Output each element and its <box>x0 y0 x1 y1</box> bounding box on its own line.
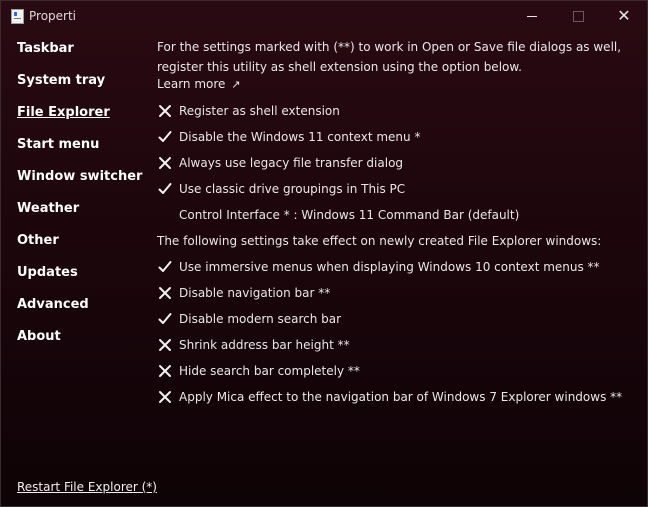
properties-window: Properti ✕ Taskbar System tray File Expl… <box>0 0 648 507</box>
option-label: Use immersive menus when displaying Wind… <box>179 260 600 274</box>
option-label: Hide search bar completely ** <box>179 364 360 378</box>
option-disable-modern-search-bar[interactable]: Disable modern search bar <box>157 309 341 329</box>
option-register-shell-extension[interactable]: Register as shell extension <box>157 101 340 121</box>
restart-file-explorer-link[interactable]: Restart File Explorer (*) <box>17 480 157 494</box>
option-disable-navigation-bar[interactable]: Disable navigation bar ** <box>157 283 330 303</box>
minimize-button[interactable] <box>509 1 555 31</box>
option-label: Register as shell extension <box>179 104 340 118</box>
section-note: The following settings take effect on ne… <box>157 234 602 248</box>
sidebar-item-window-switcher[interactable]: Window switcher <box>17 169 142 184</box>
option-label: Use classic drive groupings in This PC <box>179 182 406 196</box>
maximize-button[interactable] <box>555 1 601 31</box>
close-button[interactable]: ✕ <box>601 1 647 31</box>
sidebar-item-weather[interactable]: Weather <box>17 201 79 216</box>
intro-text: For the settings marked with (**) to wor… <box>157 40 622 74</box>
sidebar-item-other[interactable]: Other <box>17 233 59 248</box>
sidebar-item-advanced[interactable]: Advanced <box>17 297 89 312</box>
app-icon <box>11 9 24 24</box>
close-icon: ✕ <box>617 6 631 25</box>
cross-icon <box>157 103 173 119</box>
check-icon <box>157 129 173 145</box>
option-label: Apply Mica effect to the navigation bar … <box>179 390 623 404</box>
option-classic-drive-groupings[interactable]: Use classic drive groupings in This PC <box>157 179 405 199</box>
learn-more-label: Learn more <box>157 77 226 91</box>
option-label: Disable modern search bar <box>179 312 342 326</box>
cross-icon <box>157 389 173 405</box>
option-label: Always use legacy file transfer dialog <box>179 156 404 170</box>
maximize-icon <box>572 10 584 22</box>
sidebar-item-updates[interactable]: Updates <box>17 265 78 280</box>
sidebar-item-file-explorer[interactable]: File Explorer <box>17 105 110 120</box>
cross-icon <box>157 285 173 301</box>
option-label: Shrink address bar height ** <box>179 338 350 352</box>
learn-more-link[interactable]: Learn more ↗ <box>157 77 240 91</box>
option-disable-win11-context-menu[interactable]: Disable the Windows 11 context menu * <box>157 127 420 147</box>
check-icon <box>157 259 173 275</box>
cross-icon <box>157 363 173 379</box>
sidebar-item-about[interactable]: About <box>17 329 61 344</box>
option-immersive-menus[interactable]: Use immersive menus when displaying Wind… <box>157 257 600 277</box>
cross-icon <box>157 155 173 171</box>
option-label: Disable navigation bar ** <box>179 286 331 300</box>
title-bar[interactable]: Properti ✕ <box>1 1 647 31</box>
option-shrink-address-bar[interactable]: Shrink address bar height ** <box>157 335 350 355</box>
minimize-icon <box>527 15 537 17</box>
option-label: Disable the Windows 11 context menu * <box>179 130 421 144</box>
check-icon <box>157 181 173 197</box>
cross-icon <box>157 337 173 353</box>
check-icon <box>157 311 173 327</box>
sidebar-item-start-menu[interactable]: Start menu <box>17 137 99 152</box>
external-link-icon: ↗ <box>231 78 241 91</box>
sidebar-item-taskbar[interactable]: Taskbar <box>17 41 74 56</box>
control-interface-selector[interactable]: Control Interface * : Windows 11 Command… <box>179 208 519 222</box>
option-legacy-file-transfer[interactable]: Always use legacy file transfer dialog <box>157 153 403 173</box>
option-mica-navigation-bar[interactable]: Apply Mica effect to the navigation bar … <box>157 387 622 407</box>
sidebar-item-system-tray[interactable]: System tray <box>17 73 105 88</box>
option-hide-search-bar[interactable]: Hide search bar completely ** <box>157 361 360 381</box>
window-title: Properti <box>29 9 77 23</box>
